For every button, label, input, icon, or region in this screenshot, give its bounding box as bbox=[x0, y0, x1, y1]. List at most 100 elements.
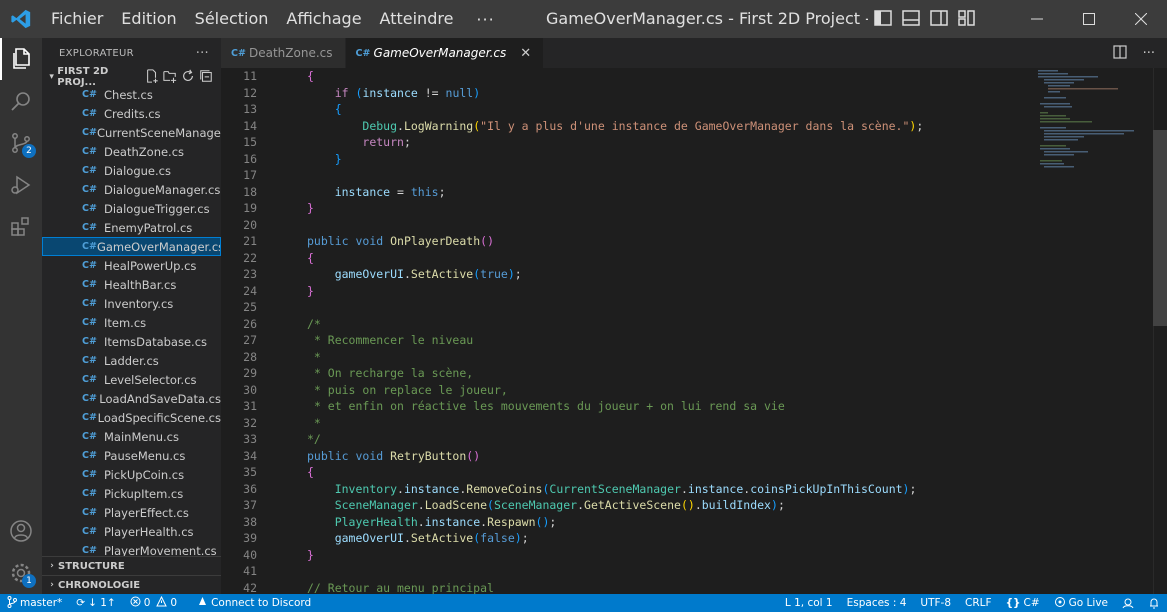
menu-edition[interactable]: Edition bbox=[112, 0, 185, 38]
menu-atteindre[interactable]: Atteindre bbox=[371, 0, 463, 38]
extensions-icon[interactable] bbox=[0, 206, 42, 248]
code-line: * On recharge la scène, bbox=[313, 366, 474, 380]
file-item[interactable]: C# DialogueTrigger.cs bbox=[42, 199, 221, 218]
file-item[interactable]: C# LevelSelector.cs bbox=[42, 370, 221, 389]
menu-fichier[interactable]: Fichier bbox=[42, 0, 112, 38]
minimap[interactable] bbox=[1036, 68, 1136, 188]
sync-indicator[interactable]: ⟳ ↓ 1↑ bbox=[69, 597, 122, 609]
editor-more-button[interactable]: ··· bbox=[1143, 46, 1155, 61]
file-tree: C# Chest.cs C# Credits.cs C# CurrentSceneMa… bbox=[42, 85, 221, 560]
broadcast-icon bbox=[1054, 596, 1066, 611]
end-of-line[interactable]: CRLF bbox=[958, 597, 999, 609]
encoding[interactable]: UTF-8 bbox=[913, 597, 958, 609]
file-item[interactable]: C# Credits.cs bbox=[42, 104, 221, 123]
file-item[interactable]: C# LoadSpecificScene.cs bbox=[42, 408, 221, 427]
toggle-panel-icon[interactable] bbox=[902, 9, 920, 29]
file-item[interactable]: C# Inventory.cs bbox=[42, 294, 221, 313]
code-line: * bbox=[307, 415, 321, 430]
csharp-file-icon: C# bbox=[82, 336, 97, 347]
discord-indicator[interactable]: Connect to Discord bbox=[190, 596, 318, 610]
account-icon[interactable] bbox=[0, 510, 42, 552]
new-file-icon[interactable] bbox=[145, 68, 159, 86]
csharp-file-icon: C# bbox=[82, 393, 97, 404]
scm-badge: 2 bbox=[22, 144, 36, 158]
file-item[interactable]: C# Dialogue.cs bbox=[42, 161, 221, 180]
close-button[interactable] bbox=[1115, 0, 1167, 38]
refresh-icon[interactable] bbox=[181, 69, 195, 86]
file-item[interactable]: C# MainMenu.cs bbox=[42, 427, 221, 446]
explorer-title: EXPLORATEUR bbox=[59, 47, 134, 59]
cursor-position[interactable]: L 1, col 1 bbox=[778, 597, 840, 609]
indentation[interactable]: Espaces : 4 bbox=[840, 597, 914, 609]
file-item[interactable]: C# PauseMenu.cs bbox=[42, 446, 221, 465]
file-item[interactable]: C# PlayerHealth.cs bbox=[42, 522, 221, 541]
file-item[interactable]: C# LoadAndSaveData.cs bbox=[42, 389, 221, 408]
scrollbar-thumb[interactable] bbox=[1153, 130, 1167, 326]
split-editor-icon[interactable] bbox=[1112, 44, 1127, 62]
file-item[interactable]: C# PickUpCoin.cs bbox=[42, 465, 221, 484]
csharp-file-icon: C# bbox=[82, 450, 97, 461]
git-branch-icon bbox=[7, 595, 17, 611]
code-line: { bbox=[307, 465, 314, 479]
run-debug-icon[interactable] bbox=[0, 164, 42, 206]
collapse-all-icon[interactable] bbox=[199, 69, 213, 86]
close-tab-icon[interactable]: ✕ bbox=[520, 46, 531, 61]
layout-controls bbox=[874, 0, 976, 38]
vertical-scrollbar[interactable] bbox=[1153, 68, 1167, 594]
file-item[interactable]: C# PlayerEffect.cs bbox=[42, 503, 221, 522]
branch-indicator[interactable]: master* bbox=[0, 595, 69, 611]
file-item[interactable]: C# DeathZone.cs bbox=[42, 142, 221, 161]
settings-gear-icon[interactable]: 1 bbox=[0, 552, 42, 594]
csharp-file-icon: C# bbox=[355, 47, 371, 59]
file-item[interactable]: C# DialogueManager.cs bbox=[42, 180, 221, 199]
problems-indicator[interactable]: 0 0 bbox=[123, 595, 184, 610]
customize-layout-icon[interactable] bbox=[958, 9, 976, 29]
toggle-sidebar-icon[interactable] bbox=[874, 9, 892, 29]
tab-label: GameOverManager.cs bbox=[373, 46, 507, 60]
go-live-button[interactable]: Go Live bbox=[1047, 596, 1115, 611]
toggle-secondary-sidebar-icon[interactable] bbox=[930, 9, 948, 29]
tab-gameovermanager[interactable]: C# GameOverManager.cs ✕ bbox=[345, 38, 545, 68]
csharp-file-icon: C# bbox=[82, 222, 97, 233]
search-icon[interactable] bbox=[0, 80, 42, 122]
minimize-button[interactable] bbox=[1011, 0, 1063, 38]
file-item[interactable]: C# HealthBar.cs bbox=[42, 275, 221, 294]
file-item[interactable]: C# Item.cs bbox=[42, 313, 221, 332]
csharp-file-icon: C# bbox=[82, 355, 97, 366]
explorer-icon[interactable] bbox=[0, 38, 42, 80]
notifications-bell-icon[interactable] bbox=[1141, 597, 1167, 609]
tab-deathzone[interactable]: C# DeathZone.cs bbox=[221, 38, 346, 68]
file-item[interactable]: C# Ladder.cs bbox=[42, 351, 221, 370]
file-item[interactable]: C# HealPowerUp.cs bbox=[42, 256, 221, 275]
csharp-file-icon: C# bbox=[82, 127, 97, 138]
code-line: gameOverUI.SetActive(false); bbox=[334, 531, 529, 545]
window-title: GameOverManager.cs - First 2D Project - … bbox=[546, 9, 868, 28]
timeline-section-header[interactable]: › CHRONOLOGIE bbox=[42, 575, 221, 594]
csharp-file-icon: C# bbox=[82, 165, 97, 176]
code-line: * puis on replace le joueur, bbox=[313, 382, 508, 397]
code-line: */ bbox=[307, 432, 321, 446]
menu-affichage[interactable]: Affichage bbox=[277, 0, 370, 38]
file-item[interactable]: C# CurrentSceneManage... bbox=[42, 123, 221, 142]
new-folder-icon[interactable] bbox=[163, 69, 177, 86]
structure-section-header[interactable]: › STRUCTURE bbox=[42, 556, 221, 575]
menu-more-button[interactable]: ··· bbox=[462, 10, 508, 29]
file-item-selected[interactable]: C# GameOverManager.cs bbox=[42, 237, 221, 256]
explorer-more-button[interactable]: ··· bbox=[196, 46, 209, 61]
file-item[interactable]: C# EnemyPatrol.cs bbox=[42, 218, 221, 237]
code-line: // Retour au menu principal bbox=[307, 580, 494, 595]
file-item[interactable]: C# ItemsDatabase.cs bbox=[42, 332, 221, 351]
feedback-icon[interactable] bbox=[1115, 597, 1141, 609]
project-section-header[interactable]: ▾ FIRST 2D PROJ... bbox=[42, 66, 221, 88]
code-editor[interactable]: 11 12 13 14 15 16 17 18 19 20 21 22 23 2… bbox=[221, 68, 1167, 594]
maximize-button[interactable] bbox=[1063, 0, 1115, 38]
activity-bar: 2 1 bbox=[0, 38, 42, 594]
menu-selection[interactable]: Sélection bbox=[186, 0, 278, 38]
file-item[interactable]: C# PickupItem.cs bbox=[42, 484, 221, 503]
file-item[interactable]: C# Chest.cs bbox=[42, 85, 221, 104]
source-control-icon[interactable]: 2 bbox=[0, 122, 42, 164]
settings-badge: 1 bbox=[22, 574, 36, 588]
language-mode[interactable]: {} C# bbox=[999, 597, 1047, 609]
